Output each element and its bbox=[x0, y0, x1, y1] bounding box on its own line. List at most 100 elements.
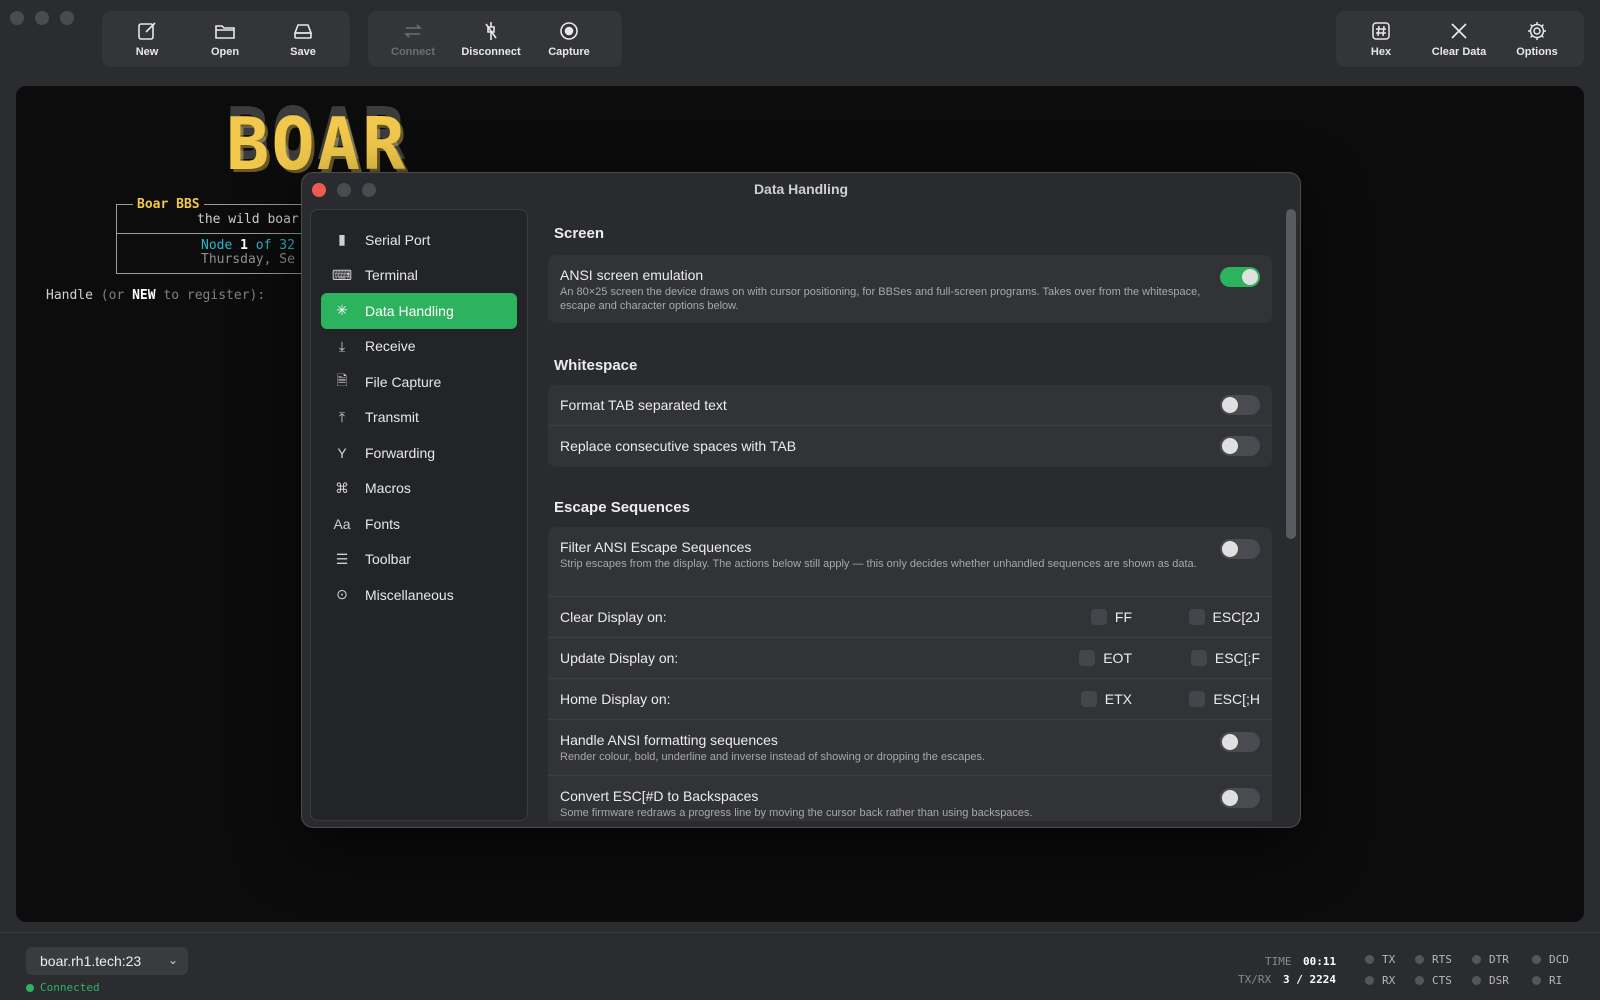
led-dot-icon bbox=[1472, 955, 1481, 964]
checkbox-box bbox=[1080, 691, 1097, 707]
home-etx-checkbox[interactable]: ETX bbox=[1080, 691, 1132, 707]
ellipsis-circle-icon: ⊙ bbox=[336, 586, 348, 603]
capture-button[interactable]: Capture bbox=[530, 11, 608, 67]
disconnect-icon bbox=[485, 22, 497, 40]
clear-data-label: Clear Data bbox=[1431, 46, 1487, 58]
home-display-label: Home Display on: bbox=[560, 691, 671, 707]
close-window-button[interactable] bbox=[10, 11, 24, 25]
format-tab-toggle[interactable] bbox=[1220, 395, 1260, 415]
clear-display-label: Clear Display on: bbox=[560, 609, 667, 625]
sidebar-item-data-handling[interactable]: ✳ Data Handling bbox=[321, 293, 517, 329]
format-tab-label: Format TAB separated text bbox=[560, 397, 727, 413]
led-label: DSR bbox=[1489, 974, 1509, 987]
update-escf-checkbox[interactable]: ESC[;F bbox=[1190, 650, 1260, 666]
sidebar-item-transmit[interactable]: ⤒ Transmit bbox=[321, 400, 517, 436]
host-select[interactable]: boar.rh1.tech:23 ⌄ bbox=[26, 947, 188, 975]
filter-ansi-toggle[interactable] bbox=[1220, 539, 1260, 559]
connect-button[interactable]: Connect bbox=[374, 11, 452, 67]
led-dot-icon bbox=[1365, 976, 1374, 985]
checkbox-label: FF bbox=[1114, 609, 1132, 625]
home-esch-checkbox[interactable]: ESC[;H bbox=[1189, 691, 1260, 707]
sidebar-item-label: Transmit bbox=[365, 409, 419, 426]
led-cts: CTS bbox=[1415, 974, 1452, 987]
command-key-icon: ⌘ bbox=[335, 479, 349, 496]
sidebar-item-toolbar[interactable]: ☰ Toolbar bbox=[321, 542, 517, 578]
font-aa-icon: Aa bbox=[333, 515, 351, 532]
keyboard-icon: ⌨ bbox=[331, 266, 353, 283]
led-label: RX bbox=[1382, 974, 1396, 987]
sidebar-item-forwarding[interactable]: Y Forwarding bbox=[321, 435, 517, 471]
sidebar-item-label: Receive bbox=[365, 338, 416, 355]
handle-formatting-toggle[interactable] bbox=[1220, 732, 1260, 752]
toolbar-connection-group: Connect Disconnect Capture bbox=[368, 11, 622, 67]
update-display-label: Update Display on: bbox=[560, 650, 679, 666]
update-eot-checkbox[interactable]: EOT bbox=[1079, 650, 1132, 666]
checkbox-box bbox=[1190, 650, 1207, 666]
home-display-row: Home Display on: ETX ESC[;H bbox=[548, 679, 1272, 720]
sidebar-item-macros[interactable]: ⌘ Macros bbox=[321, 471, 517, 507]
clear-esc2j-checkbox[interactable]: ESC[2J bbox=[1188, 609, 1260, 625]
led-rx: RX bbox=[1365, 974, 1395, 987]
sidebar-item-label: Toolbar bbox=[365, 551, 411, 568]
handle-formatting-desc: Render colour, bold, underline and inver… bbox=[560, 751, 985, 763]
connect-label: Connect bbox=[391, 46, 435, 58]
clear-data-button[interactable]: Clear Data bbox=[1420, 11, 1498, 67]
hex-button[interactable]: Hex bbox=[1342, 11, 1420, 67]
toggle-knob bbox=[1222, 734, 1238, 750]
save-button[interactable]: Save bbox=[264, 11, 342, 67]
new-button[interactable]: New bbox=[108, 11, 186, 67]
ansi-emulation-row: ANSI screen emulation An 80×25 screen th… bbox=[548, 255, 1272, 323]
section-title-whitespace: Whitespace bbox=[554, 357, 638, 374]
replace-spaces-toggle[interactable] bbox=[1220, 436, 1260, 456]
minimize-window-button[interactable] bbox=[35, 11, 49, 25]
sidebar-item-label: Fonts bbox=[365, 515, 401, 532]
convert-backspaces-desc: Some firmware redraws a progress line by… bbox=[560, 807, 1033, 819]
sidebar-item-serial-port[interactable]: ▮ Serial Port bbox=[321, 222, 517, 258]
checkbox-label: ESC[2J bbox=[1212, 609, 1260, 625]
clear-ff-checkbox[interactable]: FF bbox=[1090, 609, 1132, 625]
sidebar-item-file-capture[interactable]: 🗎 File Capture bbox=[321, 364, 517, 400]
open-button[interactable]: Open bbox=[186, 11, 264, 67]
settings-content: Screen ANSI screen emulation An 80×25 sc… bbox=[548, 209, 1280, 821]
txrx-label: TX/RX bbox=[1238, 973, 1272, 986]
led-dot-icon bbox=[1415, 976, 1424, 985]
sidebar-item-miscellaneous[interactable]: ⊙ Miscellaneous bbox=[321, 577, 517, 613]
escape-card: Filter ANSI Escape Sequences Strip escap… bbox=[548, 527, 1272, 821]
section-title-screen: Screen bbox=[554, 225, 605, 242]
toolbar-file-group: New Open Save bbox=[102, 11, 350, 67]
checkbox-box bbox=[1079, 650, 1096, 666]
led-dsr: DSR bbox=[1472, 974, 1509, 987]
sidebar-item-fonts[interactable]: Aa Fonts bbox=[321, 506, 517, 542]
sidebar-item-terminal[interactable]: ⌨ Terminal bbox=[321, 258, 517, 294]
convert-backspaces-row: Convert ESC[#D to Backspaces Some firmwa… bbox=[548, 776, 1272, 821]
zoom-window-button[interactable] bbox=[60, 11, 74, 25]
data-handling-dialog: Data Handling ▮ Serial Port ⌨ Terminal ✳… bbox=[301, 172, 1301, 828]
bbs-title: Boar BBS bbox=[133, 197, 204, 212]
capture-record-icon bbox=[560, 22, 578, 40]
sidebar-item-label: Terminal bbox=[365, 267, 418, 284]
screen-card: ANSI screen emulation An 80×25 screen th… bbox=[548, 255, 1272, 323]
node-number: 1 bbox=[240, 238, 248, 253]
prompt-new: NEW bbox=[132, 288, 156, 303]
led-dot-icon bbox=[1415, 955, 1424, 964]
filter-ansi-label: Filter ANSI Escape Sequences bbox=[560, 539, 752, 555]
checkbox-label: ESC[;F bbox=[1214, 650, 1260, 666]
prompt-handle: Handle bbox=[46, 288, 93, 303]
update-display-row: Update Display on: EOT ESC[;F bbox=[548, 638, 1272, 679]
bbs-subtitle: the wild boar bbox=[197, 212, 299, 227]
sparkle-icon: ✳ bbox=[336, 302, 348, 319]
folder-icon bbox=[215, 25, 235, 39]
convert-backspaces-toggle[interactable] bbox=[1220, 788, 1260, 808]
sliders-icon: ☰ bbox=[335, 550, 349, 567]
clear-x-icon bbox=[1451, 23, 1467, 39]
sidebar-item-receive[interactable]: ⤓ Receive bbox=[321, 329, 517, 365]
led-dot-icon bbox=[1365, 955, 1374, 964]
led-label: TX bbox=[1382, 953, 1396, 966]
options-button[interactable]: Options bbox=[1498, 11, 1576, 67]
led-label: DTR bbox=[1489, 953, 1509, 966]
led-ri: RI bbox=[1532, 974, 1562, 987]
scrollbar-thumb[interactable] bbox=[1286, 209, 1296, 539]
settings-scrollbar[interactable] bbox=[1286, 209, 1296, 821]
ansi-emulation-toggle[interactable] bbox=[1220, 267, 1260, 287]
disconnect-button[interactable]: Disconnect bbox=[452, 11, 530, 67]
